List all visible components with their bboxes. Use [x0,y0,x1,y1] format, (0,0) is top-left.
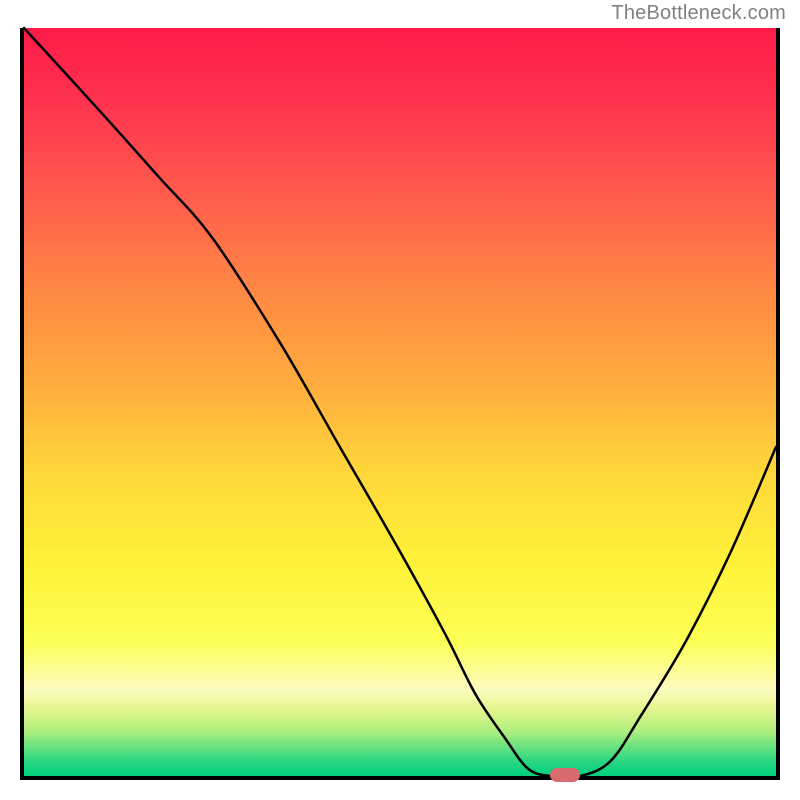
curve-path [24,28,776,777]
bottleneck-curve [24,28,776,776]
watermark-text: TheBottleneck.com [611,2,786,25]
plot-area [20,28,780,780]
highlight-marker [550,768,580,782]
chart-container: TheBottleneck.com [0,0,800,800]
